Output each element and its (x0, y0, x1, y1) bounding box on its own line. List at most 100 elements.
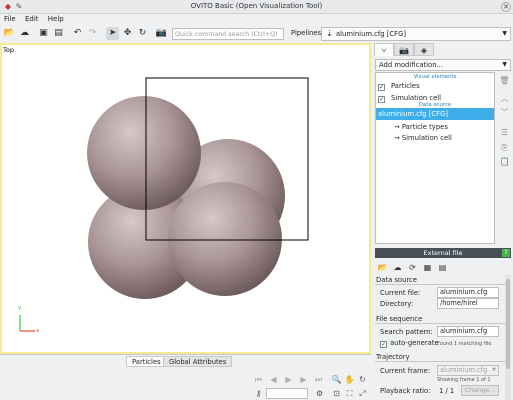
pipeline-editor-list[interactable]: Visual elements ✓ Particles ✓ Simulation c… (375, 72, 495, 244)
delete-icon[interactable]: 🗑 (499, 75, 510, 86)
panel-scrollbar[interactable] (505, 275, 511, 400)
maximize-viewport-icon[interactable]: ⤢ (357, 388, 368, 399)
list-item-data-source[interactable]: aluminium.cfg [CFG] (376, 108, 494, 120)
pipeline-selector-value: aluminium.cfg [CFG] (336, 30, 406, 38)
fov-icon[interactable]: ⛶ (344, 388, 355, 399)
list-item-label: Particles (391, 82, 420, 90)
zoom-all-icon[interactable]: ⊡ (331, 388, 342, 399)
list-item-sim-cell-sub[interactable]: → Simulation cell (378, 132, 492, 144)
pipeline-icon: ⇣ (326, 29, 333, 38)
menu-edit[interactable]: Edit (25, 14, 39, 25)
atom-sphere (87, 96, 201, 210)
showing-frame-note: Showing frame 1 of 1 (437, 377, 491, 383)
save-as-icon[interactable]: ▤ (52, 27, 65, 40)
current-frame-dropdown[interactable]: aluminium.cfg ▼ (437, 365, 499, 376)
found-files-note: Found 1 matching file (437, 341, 492, 347)
step-forward-icon[interactable]: ▶ (298, 374, 309, 385)
current-frame-label: Current frame: (380, 367, 431, 375)
close-window-button[interactable]: ✕ (501, 2, 511, 12)
copy-icon[interactable]: ⎘ (499, 142, 510, 153)
menu-bar: File Edit Help (0, 14, 513, 25)
checkbox-checked-icon[interactable]: ✓ (380, 341, 387, 348)
data-inspector-tabs: Particles Global Attributes (0, 354, 371, 367)
auto-generate-checkbox[interactable]: ✓ auto-generate (380, 339, 439, 348)
make-independent-icon[interactable]: ☰ (499, 127, 510, 138)
external-file-header: External file ? (375, 248, 511, 258)
viewport-top[interactable]: Top y x (0, 43, 371, 354)
step-back-icon[interactable]: ◀ (268, 374, 279, 385)
pick-local-file-icon[interactable]: 📂 (377, 262, 388, 273)
animation-bar: ⏮ ◀ ▶ ▶ ⏭ ⚷ ⚙ 🔍 ✋ ↻ ⊡ ⛶ ⤢ (0, 367, 371, 400)
group-data-source-title: Data source (376, 276, 417, 284)
pipeline-selector[interactable]: ⇣ aluminium.cfg [CFG] ▼ (321, 27, 511, 41)
chevron-down-icon: ▼ (502, 30, 507, 37)
checkbox-checked-icon[interactable]: ✓ (378, 84, 385, 91)
move-up-icon[interactable]: ︿ (499, 93, 510, 104)
directory-field: /home/hirel (437, 298, 499, 309)
playback-ratio-label: Playback ratio: (380, 387, 431, 395)
list-item-label: Simulation cell (391, 94, 442, 102)
save-session-icon[interactable]: ▣ (37, 27, 50, 40)
animation-settings-icon[interactable]: ⚙ (314, 388, 325, 399)
frame-spinner[interactable] (266, 388, 308, 399)
axis-x-label: x (36, 328, 40, 334)
axis-y-label: y (18, 305, 22, 311)
move-down-icon[interactable]: ﹀ (499, 107, 510, 118)
directory-label: Directory: (380, 300, 414, 308)
current-file-field: aluminium.cfg (437, 287, 499, 298)
jump-start-icon[interactable]: ⏮ (253, 374, 264, 385)
menu-file[interactable]: File (4, 14, 16, 25)
divider (375, 284, 511, 285)
tab-particles[interactable]: Particles (126, 356, 167, 367)
chevron-down-icon: ▼ (502, 61, 507, 68)
selection-mode-icon[interactable]: ➤ (106, 27, 119, 40)
scrollbar-thumb[interactable] (506, 279, 510, 369)
help-icon[interactable]: ? (502, 249, 510, 257)
menu-help[interactable]: Help (48, 14, 64, 25)
clipboard-icon[interactable]: 📋 (499, 156, 510, 167)
change-button[interactable]: Change... (461, 385, 499, 396)
open-file-icon[interactable]: 📂 (3, 27, 16, 40)
tab-global-attributes[interactable]: Global Attributes (163, 356, 233, 367)
search-pattern-label: Search pattern: (380, 328, 433, 336)
tab-render-icon[interactable]: 📷 (394, 43, 414, 56)
rotate-icon[interactable]: ↻ (136, 27, 149, 40)
file-list-icon[interactable]: ▤ (437, 262, 448, 273)
external-file-title: External file (423, 249, 463, 257)
tab-overlays-icon[interactable]: ◈ (414, 43, 434, 56)
command-search-input[interactable]: Quick command search (Ctrl+Q) (172, 28, 284, 40)
play-icon[interactable]: ▶ (283, 374, 294, 385)
zoom-icon[interactable]: 🔍 (331, 374, 342, 385)
current-frame-value: aluminium.cfg (440, 366, 488, 374)
add-modification-dropdown[interactable]: Add modification... ▼ (375, 59, 511, 71)
command-panel: ⑂ 📷 ◈ Add modification... ▼ Visual eleme… (373, 43, 513, 400)
jump-end-icon[interactable]: ⏭ (313, 374, 324, 385)
reload-icon[interactable]: ⟳ (407, 262, 418, 273)
search-pattern-input[interactable]: aluminium.cfg (437, 326, 499, 337)
undo-icon[interactable]: ↶ (71, 27, 84, 40)
update-animation-icon[interactable]: ▦ (422, 262, 433, 273)
axis-tripod (19, 315, 35, 332)
list-item-particles[interactable]: ✓ Particles (378, 80, 492, 92)
pipelines-label: Pipelines: (291, 29, 324, 37)
current-file-label: Current file: (380, 289, 421, 297)
add-modification-label: Add modification... (379, 61, 443, 69)
playback-ratio-value: 1 / 1 (439, 387, 455, 395)
move-icon[interactable]: ✥ (121, 27, 134, 40)
divider (375, 361, 511, 362)
load-remote-icon[interactable]: ☁ (18, 27, 31, 40)
pick-remote-url-icon[interactable]: ☁ (392, 262, 403, 273)
auto-key-icon[interactable]: ⚷ (253, 388, 264, 399)
external-file-toolbar: 📂 ☁ ⟳ ▦ ▤ (375, 260, 511, 274)
render-camera-icon[interactable]: 📷 (155, 27, 168, 40)
redo-icon[interactable]: ↷ (86, 27, 99, 40)
auto-generate-label: auto-generate (390, 339, 439, 347)
group-trajectory-title: Trajectory (376, 353, 410, 361)
viewport-scene (19, 77, 309, 332)
pan-icon[interactable]: ✋ (344, 374, 355, 385)
chevron-down-icon: ▼ (492, 367, 496, 373)
orbit-icon[interactable]: ↻ (357, 374, 368, 385)
tab-pipeline-icon[interactable]: ⑂ (374, 43, 394, 56)
main-toolbar: 📂 ☁ ▣ ▤ ↶ ↷ ➤ ✥ ↻ 📷 Quick command search… (0, 25, 513, 43)
group-file-sequence-title: File sequence (376, 315, 423, 323)
